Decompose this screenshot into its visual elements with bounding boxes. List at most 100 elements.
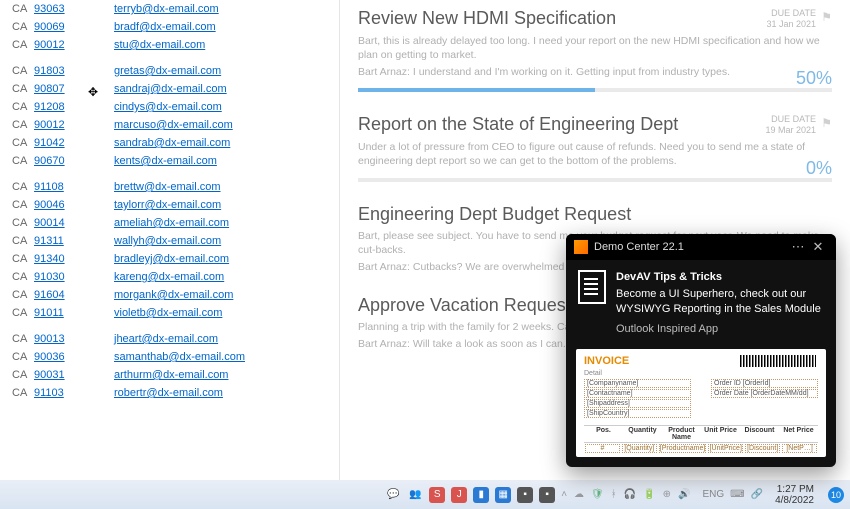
zip-link[interactable]: 90807 — [34, 83, 65, 95]
bluetooth-icon[interactable]: ᚼ — [611, 489, 617, 500]
zip-link[interactable]: 91803 — [34, 65, 65, 77]
email-link[interactable]: stu@dx-email.com — [114, 39, 205, 51]
contacts-grid[interactable]: CA93063terryb@dx-email.comCA90069bradf@d… — [0, 0, 340, 480]
email-link[interactable]: brettw@dx-email.com — [114, 181, 221, 193]
toast-close-button[interactable]: ✕ — [808, 239, 828, 255]
app-icon-j[interactable]: J — [451, 487, 467, 503]
email-link[interactable]: jheart@dx-email.com — [114, 333, 218, 345]
terminal-icon[interactable]: ▪ — [517, 487, 533, 503]
zip-link[interactable]: 91604 — [34, 289, 65, 301]
toast-more-button[interactable]: ⋯ — [788, 239, 808, 255]
zip-link[interactable]: 91108 — [34, 181, 64, 193]
table-row[interactable]: CA90012marcuso@dx-email.com — [0, 116, 339, 134]
email-cell: morgank@dx-email.com — [86, 289, 339, 301]
notification-toast[interactable]: Demo Center 22.1 ⋯ ✕ DevAV Tips & Tricks… — [566, 234, 836, 467]
zip-cell: 91604 — [24, 289, 86, 301]
email-link[interactable]: terryb@dx-email.com — [114, 3, 219, 15]
table-row[interactable]: CA90046taylorr@dx-email.com — [0, 196, 339, 214]
zip-link[interactable]: 90069 — [34, 21, 65, 33]
email-link[interactable]: bradf@dx-email.com — [114, 21, 216, 33]
system-tray[interactable]: ˄ ☁ 🛡 ᚼ 🎧 🔋 ⊕ 🔊 — [561, 489, 696, 500]
table-row[interactable]: CA 91803 gretas@dx-email.com — [0, 62, 339, 80]
table-row[interactable]: CA90069bradf@dx-email.com — [0, 18, 339, 36]
zip-link[interactable]: 90012 — [34, 119, 65, 131]
ime-icon[interactable]: ⌨ — [730, 489, 750, 500]
table-row[interactable]: CA91604morgank@dx-email.com — [0, 286, 339, 304]
volume-icon[interactable]: 🔊 — [678, 489, 690, 500]
table-row[interactable]: CA91042sandrab@dx-email.com — [0, 134, 339, 152]
table-row[interactable]: CA91108brettw@dx-email.com — [0, 178, 339, 196]
zip-link[interactable]: 90013 — [34, 333, 65, 345]
table-row[interactable]: CA91208cindys@dx-email.com — [0, 98, 339, 116]
headset-icon[interactable]: 🎧 — [624, 489, 636, 500]
shield-icon[interactable]: 🛡 — [591, 489, 604, 500]
task-card[interactable]: Review New HDMI SpecificationDUE DATE31 … — [358, 8, 832, 92]
link-icon[interactable]: 🔗 — [751, 489, 767, 500]
zip-link[interactable]: 91030 — [34, 271, 65, 283]
zip-link[interactable]: 91011 — [34, 307, 64, 319]
app-icon-blue[interactable]: ▮ — [473, 487, 489, 503]
zip-link[interactable]: 90036 — [34, 351, 65, 363]
cloud-icon[interactable]: ☁ — [574, 489, 584, 500]
zip-link[interactable]: 91311 — [34, 235, 64, 247]
table-row[interactable]: CA93063terryb@dx-email.com — [0, 0, 339, 18]
language-indicator[interactable]: ENG — [697, 489, 731, 500]
teams-icon[interactable]: 👥 — [407, 487, 423, 503]
battery-icon[interactable]: 🔋 — [643, 489, 655, 500]
email-link[interactable]: violetb@dx-email.com — [114, 307, 222, 319]
chat-icon[interactable]: 💬 — [385, 487, 401, 503]
zip-link[interactable]: 90014 — [34, 217, 65, 229]
zip-link[interactable]: 91103 — [34, 387, 64, 399]
task-card[interactable]: Report on the State of Engineering DeptD… — [358, 114, 832, 182]
zip-link[interactable]: 90031 — [34, 369, 65, 381]
zip-link[interactable]: 91042 — [34, 137, 65, 149]
email-link[interactable]: kareng@dx-email.com — [114, 271, 224, 283]
cell: [NetP…] — [782, 444, 817, 453]
devtools-icon[interactable]: ▪ — [539, 487, 555, 503]
zip-link[interactable]: 90012 — [34, 39, 65, 51]
email-link[interactable]: sandraj@dx-email.com — [114, 83, 227, 95]
globe-icon[interactable]: ⊕ — [663, 489, 671, 500]
zip-link[interactable]: 93063 — [34, 3, 65, 15]
table-row[interactable]: CA90670kents@dx-email.com — [0, 152, 339, 170]
zip-link[interactable]: 90046 — [34, 199, 65, 211]
notification-badge[interactable]: 10 — [828, 487, 844, 503]
table-row[interactable]: CA91311wallyh@dx-email.com — [0, 232, 339, 250]
table-row[interactable]: CA90014ameliah@dx-email.com — [0, 214, 339, 232]
email-link[interactable]: bradleyj@dx-email.com — [114, 253, 229, 265]
table-row[interactable]: CA91103robertr@dx-email.com — [0, 384, 339, 402]
table-row[interactable]: CA91011violetb@dx-email.com — [0, 304, 339, 322]
email-link[interactable]: wallyh@dx-email.com — [114, 235, 221, 247]
email-link[interactable]: ameliah@dx-email.com — [114, 217, 229, 229]
email-link[interactable]: morgank@dx-email.com — [114, 289, 233, 301]
email-link[interactable]: robertr@dx-email.com — [114, 387, 223, 399]
zip-link[interactable]: 91340 — [34, 253, 65, 265]
progress-percent: 0% — [806, 158, 832, 179]
email-link[interactable]: marcuso@dx-email.com — [114, 119, 233, 131]
email-link[interactable]: cindys@dx-email.com — [114, 101, 222, 113]
email-link[interactable]: sandrab@dx-email.com — [114, 137, 230, 149]
table-row[interactable]: CA90031arthurm@dx-email.com — [0, 366, 339, 384]
toast-body[interactable]: DevAV Tips & Tricks Become a UI Superher… — [566, 260, 836, 345]
email-link[interactable]: gretas@dx-email.com — [114, 65, 221, 77]
taskbar-app-icons[interactable]: 💬 👥 S J ▮ ▦ ▪ ▪ — [385, 487, 561, 503]
app-icon-s[interactable]: S — [429, 487, 445, 503]
tray-chevron-icon[interactable]: ˄ — [561, 489, 567, 500]
email-link[interactable]: samanthab@dx-email.com — [114, 351, 245, 363]
table-row[interactable]: CA90036samanthab@dx-email.com — [0, 348, 339, 366]
zip-cell: 90012 — [24, 39, 86, 51]
taskbar[interactable]: 💬 👥 S J ▮ ▦ ▪ ▪ ˄ ☁ 🛡 ᚼ 🎧 🔋 ⊕ 🔊 ENG ⌨ 🔗 … — [0, 480, 850, 509]
taskbar-clock[interactable]: 1:27 PM 4/8/2022 — [767, 484, 822, 506]
state-cell: CA — [0, 65, 24, 77]
app-icon-cascade[interactable]: ▦ — [495, 487, 511, 503]
table-row[interactable]: CA90013jheart@dx-email.com — [0, 330, 339, 348]
table-row[interactable]: CA91030kareng@dx-email.com — [0, 268, 339, 286]
table-row[interactable]: CA90012stu@dx-email.com — [0, 36, 339, 54]
table-row[interactable]: CA90807✥sandraj@dx-email.com — [0, 80, 339, 98]
zip-link[interactable]: 90670 — [34, 155, 65, 167]
table-row[interactable]: CA91340bradleyj@dx-email.com — [0, 250, 339, 268]
zip-link[interactable]: 91208 — [34, 101, 65, 113]
email-link[interactable]: kents@dx-email.com — [114, 155, 217, 167]
email-link[interactable]: taylorr@dx-email.com — [114, 199, 221, 211]
email-link[interactable]: arthurm@dx-email.com — [114, 369, 228, 381]
